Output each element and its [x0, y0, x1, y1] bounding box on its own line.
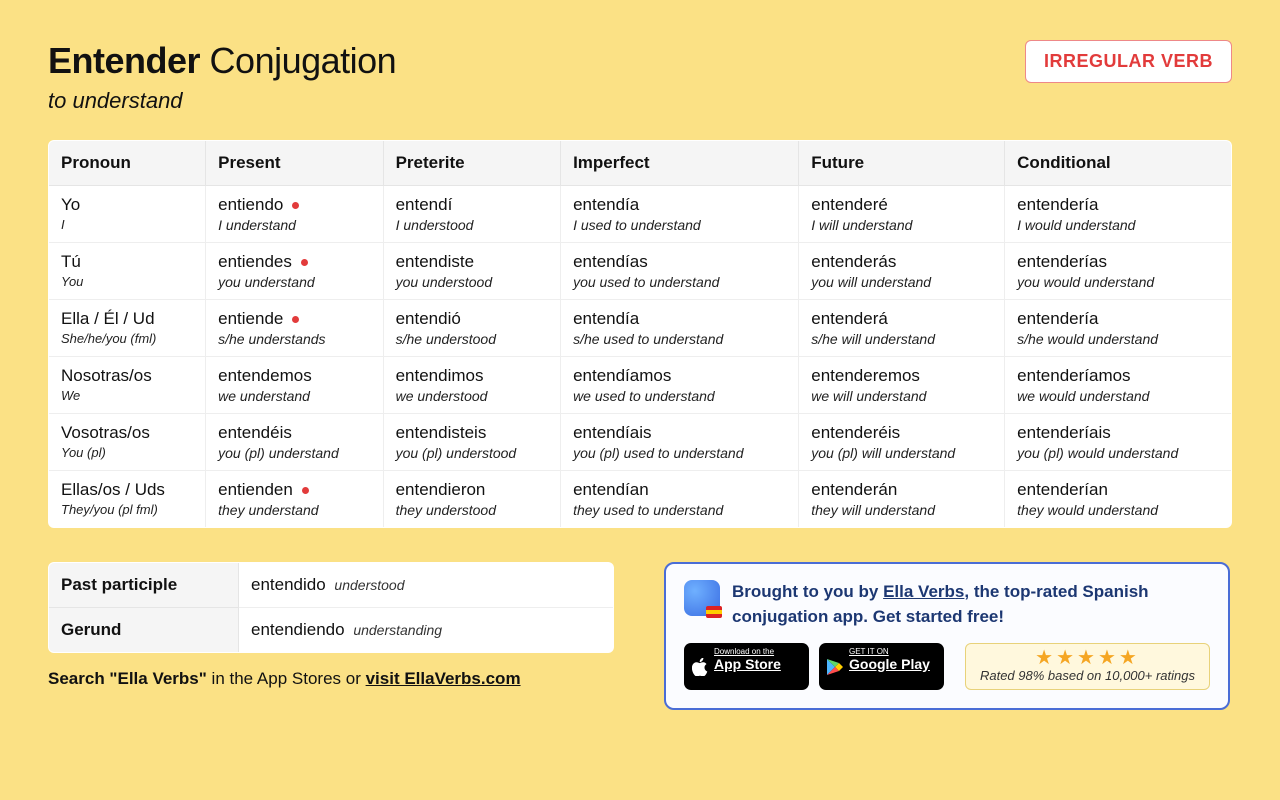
conjugation-cell: entiendo I understand — [206, 186, 383, 243]
conjugation-table: PronounPresentPreteriteImperfectFutureCo… — [48, 140, 1232, 528]
table-row: Ella / Él / UdShe/he/you (fml)entiende s… — [49, 300, 1232, 357]
gerund-label: Gerund — [49, 608, 239, 653]
table-row: Vosotras/osYou (pl)entendéis you (pl) un… — [49, 414, 1232, 471]
conjugation-cell: entenderá s/he will understand — [799, 300, 1005, 357]
search-line: Search "Ella Verbs" in the App Stores or… — [48, 669, 614, 689]
col-header: Imperfect — [561, 141, 799, 186]
pronoun-cell: YoI — [49, 186, 206, 243]
table-row: Nosotras/osWeentendemos we understandent… — [49, 357, 1232, 414]
conjugation-cell: entendieron they understood — [383, 471, 560, 528]
past-participle-label: Past participle — [49, 563, 239, 608]
rating-text: Rated 98% based on 10,000+ ratings — [980, 668, 1195, 683]
conjugation-cell: entenderían they would understand — [1005, 471, 1232, 528]
conjugation-cell: entendería I would understand — [1005, 186, 1232, 243]
conjugation-cell: entendiste you understood — [383, 243, 560, 300]
pronoun-cell: Vosotras/osYou (pl) — [49, 414, 206, 471]
app-store-badge[interactable]: Download on the App Store — [684, 643, 809, 690]
table-row: TúYouentiendes you understandentendiste … — [49, 243, 1232, 300]
irregular-badge: IRREGULAR VERB — [1025, 40, 1232, 83]
pronoun-cell: TúYou — [49, 243, 206, 300]
conjugation-cell: entenderemos we will understand — [799, 357, 1005, 414]
table-row: YoIentiendo I understandentendí I unders… — [49, 186, 1232, 243]
conjugation-cell: entendió s/he understood — [383, 300, 560, 357]
conjugation-cell: entendería s/he would understand — [1005, 300, 1232, 357]
table-row: Ellas/os / UdsThey/you (pl fml)entienden… — [49, 471, 1232, 528]
conjugation-cell: entendisteis you (pl) understood — [383, 414, 560, 471]
conjugation-cell: entenderíamos we would understand — [1005, 357, 1232, 414]
rating-box: ★★★★★ Rated 98% based on 10,000+ ratings — [965, 643, 1210, 690]
participle-table: Past participle entendido understood Ger… — [48, 562, 614, 653]
conjugation-cell: entenderías you would understand — [1005, 243, 1232, 300]
conjugation-cell: entenderíais you (pl) would understand — [1005, 414, 1232, 471]
conjugation-cell: entendemos we understand — [206, 357, 383, 414]
apple-icon — [692, 658, 708, 676]
gerund-value: entendiendo understanding — [239, 608, 614, 653]
google-play-badge[interactable]: GET IT ON Google Play — [819, 643, 944, 690]
irregular-dot-icon — [301, 259, 308, 266]
page-title: Entender Conjugation — [48, 40, 396, 82]
col-header: Preterite — [383, 141, 560, 186]
irregular-dot-icon — [292, 202, 299, 209]
promo-box: Brought to you by Ella Verbs, the top-ra… — [664, 562, 1230, 710]
conjugation-cell: entiende s/he understands — [206, 300, 383, 357]
title-suffix: Conjugation — [210, 40, 397, 81]
col-header: Present — [206, 141, 383, 186]
ella-verbs-link[interactable]: Ella Verbs — [883, 582, 964, 601]
col-header: Conditional — [1005, 141, 1232, 186]
conjugation-cell: entendía s/he used to understand — [561, 300, 799, 357]
promo-text: Brought to you by Ella Verbs, the top-ra… — [732, 580, 1210, 629]
verb-translation: to understand — [48, 88, 396, 114]
conjugation-cell: entendías you used to understand — [561, 243, 799, 300]
pronoun-cell: Ellas/os / UdsThey/you (pl fml) — [49, 471, 206, 528]
conjugation-cell: entienden they understand — [206, 471, 383, 528]
conjugation-cell: entenderán they will understand — [799, 471, 1005, 528]
col-header: Pronoun — [49, 141, 206, 186]
visit-link[interactable]: visit EllaVerbs.com — [366, 669, 521, 688]
star-icons: ★★★★★ — [980, 648, 1195, 668]
irregular-dot-icon — [302, 487, 309, 494]
irregular-dot-icon — [292, 316, 299, 323]
conjugation-cell: entenderás you will understand — [799, 243, 1005, 300]
conjugation-cell: entendían they used to understand — [561, 471, 799, 528]
col-header: Future — [799, 141, 1005, 186]
conjugation-cell: entendíais you (pl) used to understand — [561, 414, 799, 471]
conjugation-cell: entendí I understood — [383, 186, 560, 243]
conjugation-cell: entendía I used to understand — [561, 186, 799, 243]
conjugation-cell: entendimos we understood — [383, 357, 560, 414]
app-logo-icon — [684, 580, 720, 616]
pronoun-cell: Ella / Él / UdShe/he/you (fml) — [49, 300, 206, 357]
conjugation-cell: entendíamos we used to understand — [561, 357, 799, 414]
conjugation-cell: entendéis you (pl) understand — [206, 414, 383, 471]
play-icon — [827, 658, 843, 676]
conjugation-cell: entenderé I will understand — [799, 186, 1005, 243]
verb-name: Entender — [48, 40, 200, 81]
pronoun-cell: Nosotras/osWe — [49, 357, 206, 414]
conjugation-cell: entiendes you understand — [206, 243, 383, 300]
past-participle-value: entendido understood — [239, 563, 614, 608]
conjugation-cell: entenderéis you (pl) will understand — [799, 414, 1005, 471]
